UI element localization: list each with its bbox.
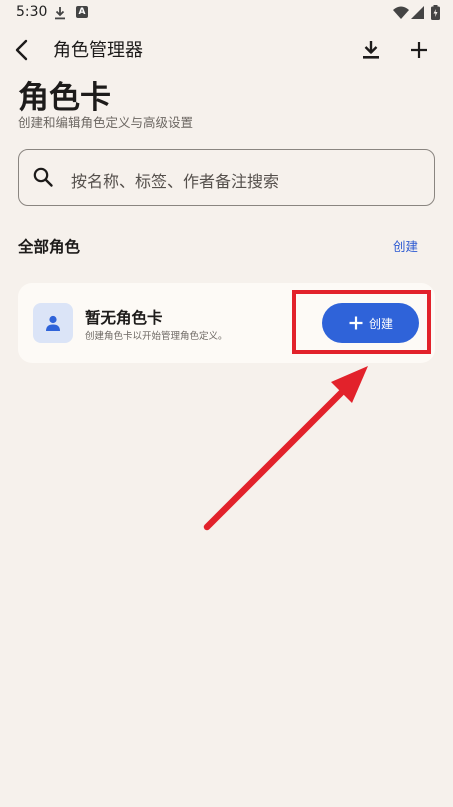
plus-icon [349, 316, 363, 330]
signal-icon [411, 5, 425, 24]
create-character-button[interactable]: 创建 [322, 303, 419, 343]
download-icon [54, 5, 66, 24]
empty-state-card: 暂无角色卡 创建角色卡以开始管理角色定义。 创建 [18, 283, 435, 363]
status-time: 5:30 [16, 4, 48, 20]
add-button[interactable] [405, 36, 433, 64]
battery-icon [431, 5, 440, 24]
import-button[interactable] [357, 36, 385, 64]
back-button[interactable] [8, 36, 36, 64]
page-title: 角色卡 [18, 80, 111, 116]
app-bar-title: 角色管理器 [53, 40, 143, 61]
plus-icon [411, 42, 427, 58]
section-title: 全部角色 [18, 238, 81, 256]
empty-state-description: 创建角色卡以开始管理角色定义。 [85, 331, 228, 342]
back-arrow-icon [15, 39, 28, 61]
app-a-icon: A [76, 6, 88, 18]
empty-state-title: 暂无角色卡 [85, 309, 163, 327]
search-placeholder: 按名称、标签、作者备注搜索 [71, 172, 280, 191]
person-icon [33, 303, 73, 343]
status-bar: 5:30 A [0, 0, 453, 26]
page-subtitle: 创建和编辑角色定义与高级设置 [18, 115, 194, 130]
search-icon [32, 166, 54, 192]
create-button-label: 创建 [368, 316, 393, 331]
create-link[interactable]: 创建 [393, 236, 418, 255]
search-input[interactable]: 按名称、标签、作者备注搜索 [18, 149, 435, 206]
download-icon [363, 41, 379, 59]
wifi-icon [393, 5, 409, 24]
app-screen: 5:30 A 角色管理器 角色卡 创建和编辑角色定义与高级设置 按名称、标签、作… [0, 0, 453, 807]
app-bar: 角色管理器 [0, 26, 453, 72]
